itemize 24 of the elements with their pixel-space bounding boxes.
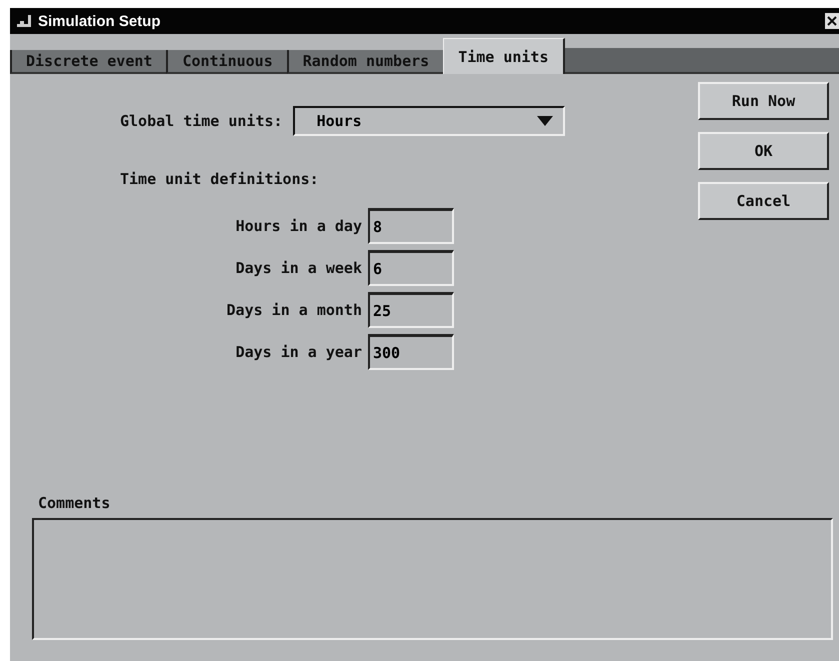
field-label: Days in a month — [226, 301, 362, 319]
tab[interactable]: Time units — [443, 38, 564, 74]
input-field[interactable]: 6 — [368, 250, 454, 286]
dialog-button[interactable]: Run Now — [698, 82, 829, 120]
field-label: Days in a week — [234, 259, 362, 277]
app-icon — [16, 14, 32, 28]
field-label: Days in a year — [234, 343, 362, 361]
field-label: Global time units: — [120, 112, 283, 130]
input-field[interactable]: 25 — [368, 292, 454, 328]
dropdown-arrow-icon — [536, 116, 553, 126]
tab[interactable]: Random numbers — [286, 50, 444, 74]
field-label: Hours in a day — [234, 217, 362, 235]
input-field[interactable]: 8 — [368, 208, 454, 244]
tab[interactable]: Continuous — [166, 50, 287, 74]
comments-label: Comments — [38, 494, 112, 512]
input-field[interactable]: 300 — [368, 334, 454, 370]
section-heading: Time unit definitions: — [120, 170, 319, 188]
dialog-button[interactable]: Cancel — [698, 182, 829, 220]
close-icon[interactable] — [825, 13, 839, 29]
tab[interactable]: Discrete event — [10, 50, 166, 74]
window-title: Simulation Setup — [38, 12, 162, 30]
comments-field[interactable] — [32, 518, 833, 640]
time-units-dropdown[interactable]: Hours — [292, 106, 565, 136]
dialog-button[interactable]: OK — [698, 132, 829, 170]
